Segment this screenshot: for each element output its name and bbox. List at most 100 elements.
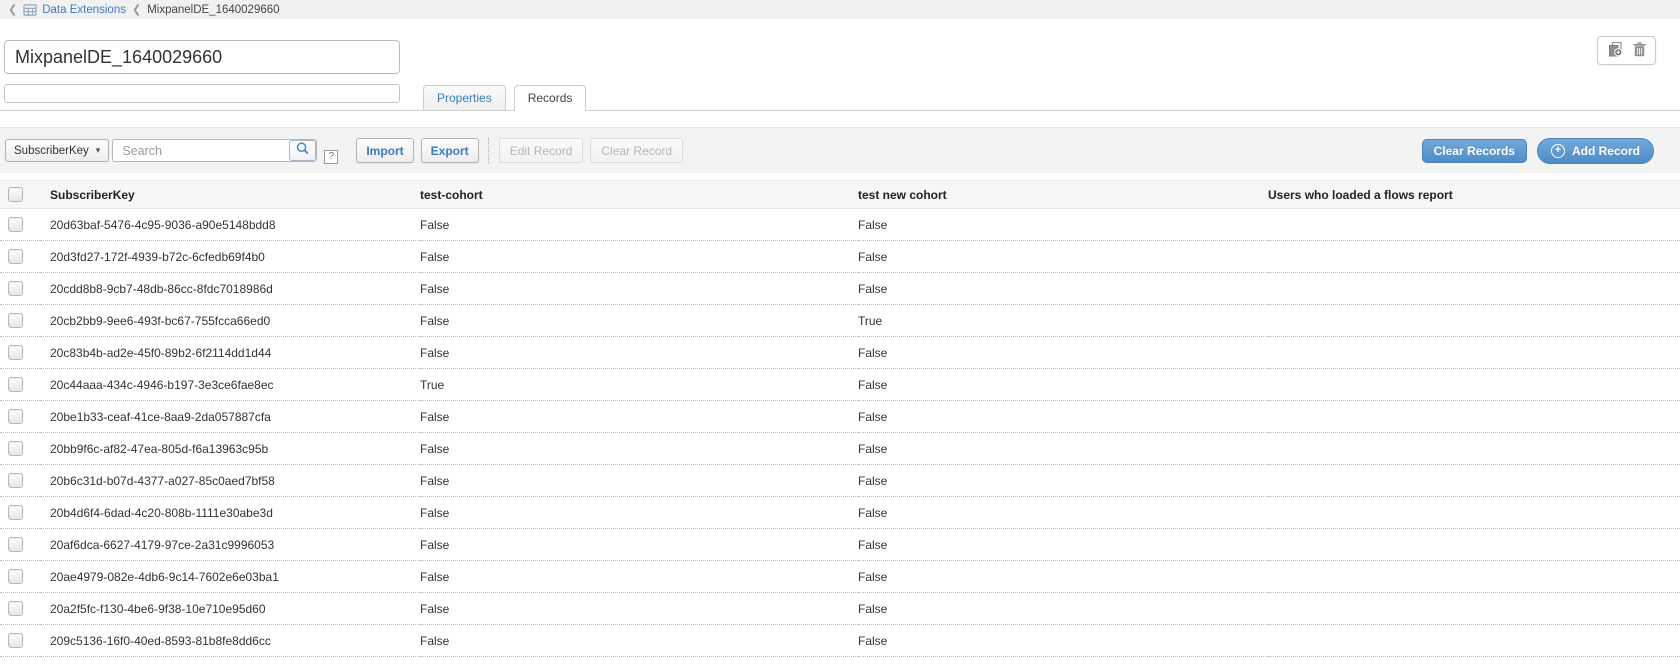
delete-data-extension-button[interactable]: [1633, 42, 1646, 60]
table-row: 20d63baf-5476-4c95-9036-a90e5148bdd8 Fal…: [0, 209, 1680, 241]
row-subscriber-key: 20cdd8b8-9cb7-48db-86cc-8fdc7018986d: [40, 273, 420, 305]
row-subscriber-key: 20b6c31d-b07d-4377-a027-85c0aed7bf58: [40, 465, 420, 497]
row-flows-report: [1268, 337, 1680, 369]
row-test-cohort: False: [420, 625, 858, 657]
row-checkbox[interactable]: [8, 569, 23, 584]
column-header-test-new-cohort[interactable]: test new cohort: [858, 181, 1268, 209]
table-row: 20a2f5fc-f130-4be6-9f38-10e710e95d60 Fal…: [0, 593, 1680, 625]
table-row: 20b6c31d-b07d-4377-a027-85c0aed7bf58 Fal…: [0, 465, 1680, 497]
clear-record-button[interactable]: Clear Record: [590, 138, 683, 163]
row-test-new-cohort: False: [858, 529, 1268, 561]
row-checkbox[interactable]: [8, 313, 23, 328]
row-flows-report: [1268, 625, 1680, 657]
row-test-new-cohort: False: [858, 497, 1268, 529]
copy-plus-icon: [1607, 41, 1623, 60]
row-checkbox[interactable]: [8, 345, 23, 360]
data-extension-records-page: ❮ Data Extensions ❮ MixpanelDE_164002966…: [0, 0, 1680, 670]
breadcrumb: ❮ Data Extensions ❮ MixpanelDE_164002966…: [0, 0, 1680, 19]
export-button[interactable]: Export: [421, 138, 479, 163]
row-subscriber-key: 209c5136-16f0-40ed-8593-81b8fe8dd6cc: [40, 625, 420, 657]
breadcrumb-link-data-extensions[interactable]: Data Extensions: [42, 4, 126, 16]
row-test-cohort: False: [420, 593, 858, 625]
row-test-new-cohort: False: [858, 465, 1268, 497]
search-field-dropdown[interactable]: SubscriberKey ▾: [5, 139, 109, 162]
add-record-button[interactable]: + Add Record: [1537, 138, 1654, 164]
add-record-label: Add Record: [1572, 144, 1640, 158]
row-subscriber-key: 20b4d6f4-6dad-4c20-808b-1111e30abe3d: [40, 497, 420, 529]
row-checkbox[interactable]: [8, 409, 23, 424]
tab-strip: Properties Records: [0, 85, 1680, 111]
table-row: 20ae4979-082e-4db6-9c14-7602e6e03ba1 Fal…: [0, 561, 1680, 593]
row-test-cohort: False: [420, 529, 858, 561]
copy-data-extension-button[interactable]: [1607, 41, 1623, 60]
select-all-checkbox[interactable]: [8, 187, 23, 202]
back-chevron-icon[interactable]: ❮: [8, 3, 17, 16]
row-checkbox[interactable]: [8, 441, 23, 456]
row-checkbox[interactable]: [8, 217, 23, 232]
edit-record-button[interactable]: Edit Record: [499, 138, 584, 163]
row-checkbox[interactable]: [8, 473, 23, 488]
row-test-new-cohort: True: [858, 305, 1268, 337]
toolbar-right-group: Clear Records + Add Record: [1422, 138, 1654, 164]
data-extension-name-input[interactable]: [4, 40, 400, 74]
row-flows-report: [1268, 593, 1680, 625]
help-icon[interactable]: ?: [324, 150, 338, 164]
row-test-cohort: False: [420, 561, 858, 593]
row-checkbox[interactable]: [8, 505, 23, 520]
table-row: 209c5136-16f0-40ed-8593-81b8fe8dd6cc Fal…: [0, 625, 1680, 657]
row-test-cohort: False: [420, 401, 858, 433]
row-checkbox[interactable]: [8, 249, 23, 264]
trash-icon: [1633, 42, 1646, 60]
row-test-new-cohort: False: [858, 625, 1268, 657]
table-row: 20c44aaa-434c-4946-b197-3e3ce6fae8ec Tru…: [0, 369, 1680, 401]
row-flows-report: [1268, 401, 1680, 433]
import-button[interactable]: Import: [356, 138, 413, 163]
records-table-body: 20d63baf-5476-4c95-9036-a90e5148bdd8 Fal…: [0, 209, 1680, 657]
row-checkbox[interactable]: [8, 281, 23, 296]
header-action-group: [1597, 36, 1656, 65]
records-toolbar: SubscriberKey ▾ ? Import Export Edit Rec…: [0, 127, 1680, 173]
row-checkbox[interactable]: [8, 537, 23, 552]
column-header-test-cohort[interactable]: test-cohort: [420, 181, 858, 209]
row-test-new-cohort: False: [858, 433, 1268, 465]
row-subscriber-key: 20be1b33-ceaf-41ce-8aa9-2da057887cfa: [40, 401, 420, 433]
row-subscriber-key: 20c83b4b-ad2e-45f0-89b2-6f2114dd1d44: [40, 337, 420, 369]
row-subscriber-key: 20a2f5fc-f130-4be6-9f38-10e710e95d60: [40, 593, 420, 625]
row-checkbox[interactable]: [8, 633, 23, 648]
table-row: 20c83b4b-ad2e-45f0-89b2-6f2114dd1d44 Fal…: [0, 337, 1680, 369]
search-submit-button[interactable]: [289, 140, 316, 161]
clear-records-button[interactable]: Clear Records: [1422, 139, 1527, 163]
data-extension-grid-icon: [23, 4, 37, 16]
row-test-cohort: False: [420, 337, 858, 369]
row-test-new-cohort: False: [858, 241, 1268, 273]
row-test-new-cohort: False: [858, 561, 1268, 593]
row-subscriber-key: 20cb2bb9-9ee6-493f-bc67-755fcca66ed0: [40, 305, 420, 337]
column-header-subscriberkey[interactable]: SubscriberKey: [40, 181, 420, 209]
row-subscriber-key: 20af6dca-6627-4179-97ce-2a31c9996053: [40, 529, 420, 561]
row-checkbox[interactable]: [8, 601, 23, 616]
row-flows-report: [1268, 497, 1680, 529]
row-checkbox[interactable]: [8, 377, 23, 392]
row-flows-report: [1268, 529, 1680, 561]
table-row: 20cdd8b8-9cb7-48db-86cc-8fdc7018986d Fal…: [0, 273, 1680, 305]
row-test-cohort: False: [420, 497, 858, 529]
row-test-new-cohort: False: [858, 337, 1268, 369]
table-row: 20cb2bb9-9ee6-493f-bc67-755fcca66ed0 Fal…: [0, 305, 1680, 337]
column-header-flows-report[interactable]: Users who loaded a flows report: [1268, 181, 1680, 209]
row-test-cohort: False: [420, 465, 858, 497]
row-test-cohort: True: [420, 369, 858, 401]
table-row: 20af6dca-6627-4179-97ce-2a31c9996053 Fal…: [0, 529, 1680, 561]
search-input[interactable]: [112, 139, 317, 162]
row-subscriber-key: 20d3fd27-172f-4939-b72c-6cfedb69f4b0: [40, 241, 420, 273]
tab-properties[interactable]: Properties: [423, 85, 506, 111]
table-header-row: SubscriberKey test-cohort test new cohor…: [0, 181, 1680, 209]
row-test-cohort: False: [420, 305, 858, 337]
row-subscriber-key: 20ae4979-082e-4db6-9c14-7602e6e03ba1: [40, 561, 420, 593]
tab-records[interactable]: Records: [514, 85, 587, 111]
toolbar-divider: [488, 138, 489, 164]
breadcrumb-current: MixpanelDE_1640029660: [147, 4, 279, 16]
row-test-new-cohort: False: [858, 273, 1268, 305]
records-table: SubscriberKey test-cohort test new cohor…: [0, 180, 1680, 657]
table-row: 20bb9f6c-af82-47ea-805d-f6a13963c95b Fal…: [0, 433, 1680, 465]
table-row: 20b4d6f4-6dad-4c20-808b-1111e30abe3d Fal…: [0, 497, 1680, 529]
